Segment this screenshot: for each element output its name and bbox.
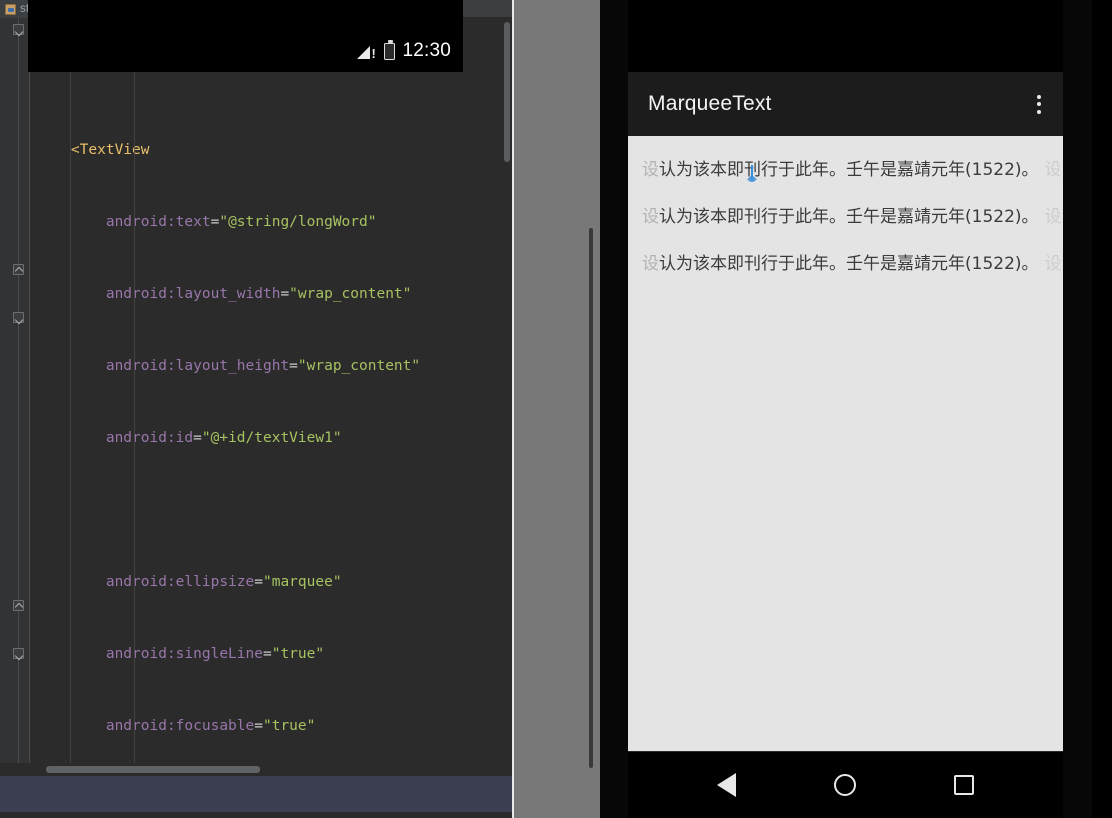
- scrollbar-thumb[interactable]: [504, 22, 510, 162]
- marquee-main-text: 认为该本即刊行于此年。壬午是嘉靖元年(1522)。: [659, 159, 1039, 180]
- outer-scrollbar[interactable]: [589, 228, 593, 768]
- signal-warning-icon: !: [357, 44, 377, 60]
- status-bar-clock: 12:30: [402, 40, 451, 61]
- code-editor-content[interactable]: <TextView android:text="@string/longWord…: [30, 18, 502, 763]
- code-line: android:id="@+id/textView1": [36, 430, 342, 446]
- overflow-menu-icon[interactable]: [1033, 91, 1045, 118]
- marquee-row-inner: 设 认为该本即刊行于此年。壬午是嘉靖元年(1522)。 设: [642, 249, 1062, 274]
- marquee-left-fade: [628, 246, 642, 276]
- code-fold-marker[interactable]: [13, 648, 24, 659]
- marquee-lead-char: 设: [642, 253, 659, 274]
- xml-file-icon: [5, 3, 16, 15]
- code-line: android:layout_height="wrap_content": [36, 358, 421, 374]
- app-title: MarqueeText: [648, 92, 772, 115]
- code-line: android:text="@string/longWord": [36, 214, 377, 230]
- nav-back-icon[interactable]: [717, 773, 736, 797]
- code-line: android:layout_width="wrap_content": [36, 286, 412, 302]
- nav-recents-icon[interactable]: [954, 775, 974, 795]
- emulator-bezel-left: [600, 0, 628, 818]
- marquee-text-row-3[interactable]: 设 认为该本即刊行于此年。壬午是嘉靖元年(1522)。 设: [628, 246, 1063, 276]
- marquee-row-inner: 设 认为该本即刊行于此年。壬午是嘉靖元年(1522)。 设: [642, 202, 1062, 227]
- code-fold-marker[interactable]: [13, 600, 24, 611]
- panel-bottom-edge: [0, 812, 512, 818]
- marquee-row-inner: 设 认为该本即刊行于此年。壬午是嘉靖元年(1522)。 设: [642, 155, 1062, 180]
- app-bar: MarqueeText: [628, 72, 1063, 136]
- android-studio-editor-panel: strings.xml × activity_main.xml × C marq…: [0, 0, 512, 818]
- battery-bolt-glyph: [386, 45, 392, 56]
- nav-home-icon[interactable]: [834, 774, 856, 796]
- marquee-trail-char: 设: [1044, 159, 1062, 180]
- marquee-lead-char: 设: [642, 159, 659, 180]
- code-line: android:focusable="true": [36, 718, 316, 734]
- code-line: <TextView: [36, 142, 150, 158]
- code-fold-marker[interactable]: [13, 312, 24, 323]
- app-content-area: 设 认为该本即刊行于此年。壬午是嘉靖元年(1522)。 设 设 认为该本即刊行于…: [628, 136, 1063, 751]
- scrollbar-thumb[interactable]: [46, 766, 260, 773]
- code-line: android:ellipsize="marquee": [36, 574, 342, 590]
- signal-badge-label: !: [371, 46, 376, 61]
- marquee-main-text: 认为该本即刊行于此年。壬午是嘉靖元年(1522)。: [659, 206, 1039, 227]
- marquee-left-fade: [628, 199, 642, 229]
- editor-gutter[interactable]: [0, 18, 30, 763]
- marquee-trail-char: 设: [1044, 253, 1062, 274]
- code-line: android:singleLine="true": [36, 646, 325, 662]
- indent-guide: [70, 18, 71, 763]
- code-fold-marker[interactable]: [13, 24, 24, 35]
- marquee-trail-char: 设: [1044, 206, 1062, 227]
- marquee-left-fade: [628, 152, 642, 182]
- code-fold-marker[interactable]: [13, 264, 24, 275]
- battery-charging-icon: [384, 40, 396, 60]
- marquee-lead-char: 设: [642, 206, 659, 227]
- marquee-text-row-1[interactable]: 设 认为该本即刊行于此年。壬午是嘉靖元年(1522)。 设: [628, 152, 1063, 182]
- indent-guide: [134, 18, 135, 763]
- emulator-bezel-right: [1063, 0, 1092, 818]
- marquee-text-row-2[interactable]: 设 认为该本即刊行于此年。壬午是嘉靖元年(1522)。 设: [628, 199, 1063, 229]
- android-navigation-bar: [628, 751, 1063, 818]
- editor-vertical-scrollbar[interactable]: [502, 18, 512, 763]
- marquee-main-text: 认为该本即刊行于此年。壬午是嘉靖元年(1522)。: [659, 253, 1039, 274]
- android-status-bar: ! 12:30: [28, 0, 463, 72]
